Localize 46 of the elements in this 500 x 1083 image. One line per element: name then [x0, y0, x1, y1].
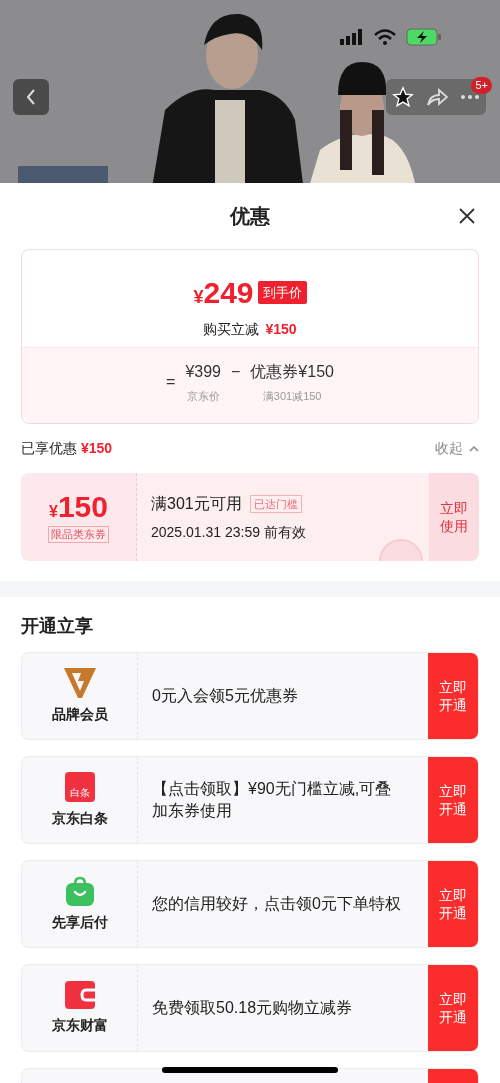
more-icon[interactable]: [460, 94, 480, 100]
open-now-button[interactable]: 立即开通: [428, 861, 478, 947]
offer-name: 京东财富: [51, 1015, 108, 1035]
offer-description: 【点击领取】¥90无门槛立减,可叠加东券使用: [152, 779, 393, 821]
coupon-price: 优惠券¥150: [250, 362, 334, 382]
open-now-button[interactable]: 立即开通: [428, 653, 478, 739]
close-icon[interactable]: [459, 208, 475, 224]
wifi-icon: [374, 29, 396, 45]
chevron-left-icon: [25, 88, 37, 106]
signal-icon: [340, 29, 364, 45]
baitiao-icon: 白条: [64, 771, 95, 802]
offer-name: 京东白条: [51, 808, 108, 828]
final-price: ¥249: [193, 275, 254, 311]
discount-label: 购买立减: [203, 320, 260, 339]
collapse-toggle[interactable]: 收起: [435, 437, 479, 459]
open-now-button[interactable]: 立即开通: [428, 757, 478, 843]
offer-name: 品牌会员: [51, 704, 108, 724]
section-title: 开通立享: [21, 615, 94, 638]
chevron-up-icon: [469, 444, 479, 452]
share-icon[interactable]: [426, 87, 448, 107]
status-tag: 已达门槛: [249, 494, 302, 513]
coupon-validity: 2025.01.31 23:59 前有效: [151, 522, 307, 542]
coupon-amount: ¥150: [49, 491, 108, 522]
discount-amount: ¥150: [265, 320, 297, 339]
offer-description: 免费领取50.18元购物立减券: [152, 998, 353, 1018]
offer-description: 您的信用较好，点击领0元下单特权: [152, 894, 401, 914]
wallet-icon: [64, 980, 95, 1009]
offer-description: 0元入会领5元优惠券: [152, 686, 298, 706]
open-now-button[interactable]: 立即开通: [428, 965, 478, 1051]
coupon-category: 限品类东券: [48, 525, 109, 543]
price-tag: 到手价: [257, 280, 307, 305]
coupon-condition: 满301元可用: [151, 493, 242, 514]
equals-sign: =: [166, 372, 176, 393]
back-button[interactable]: [13, 79, 49, 115]
sheet-title: 优惠: [230, 204, 270, 229]
battery-charging-icon: [406, 28, 442, 46]
use-now-button[interactable]: 立即使用: [429, 473, 479, 561]
star-icon[interactable]: [392, 86, 414, 108]
minus-sign: −: [231, 362, 241, 382]
enjoyed-discount: 已享优惠 ¥150: [21, 438, 113, 458]
coupon-price-label: 满301减150: [262, 389, 322, 404]
shopping-bag-icon: [65, 875, 94, 906]
offer-name: 先享后付: [51, 912, 108, 932]
original-price-label: 京东价: [186, 389, 220, 404]
v-logo-icon: [63, 667, 96, 698]
original-price: ¥399: [185, 362, 221, 382]
